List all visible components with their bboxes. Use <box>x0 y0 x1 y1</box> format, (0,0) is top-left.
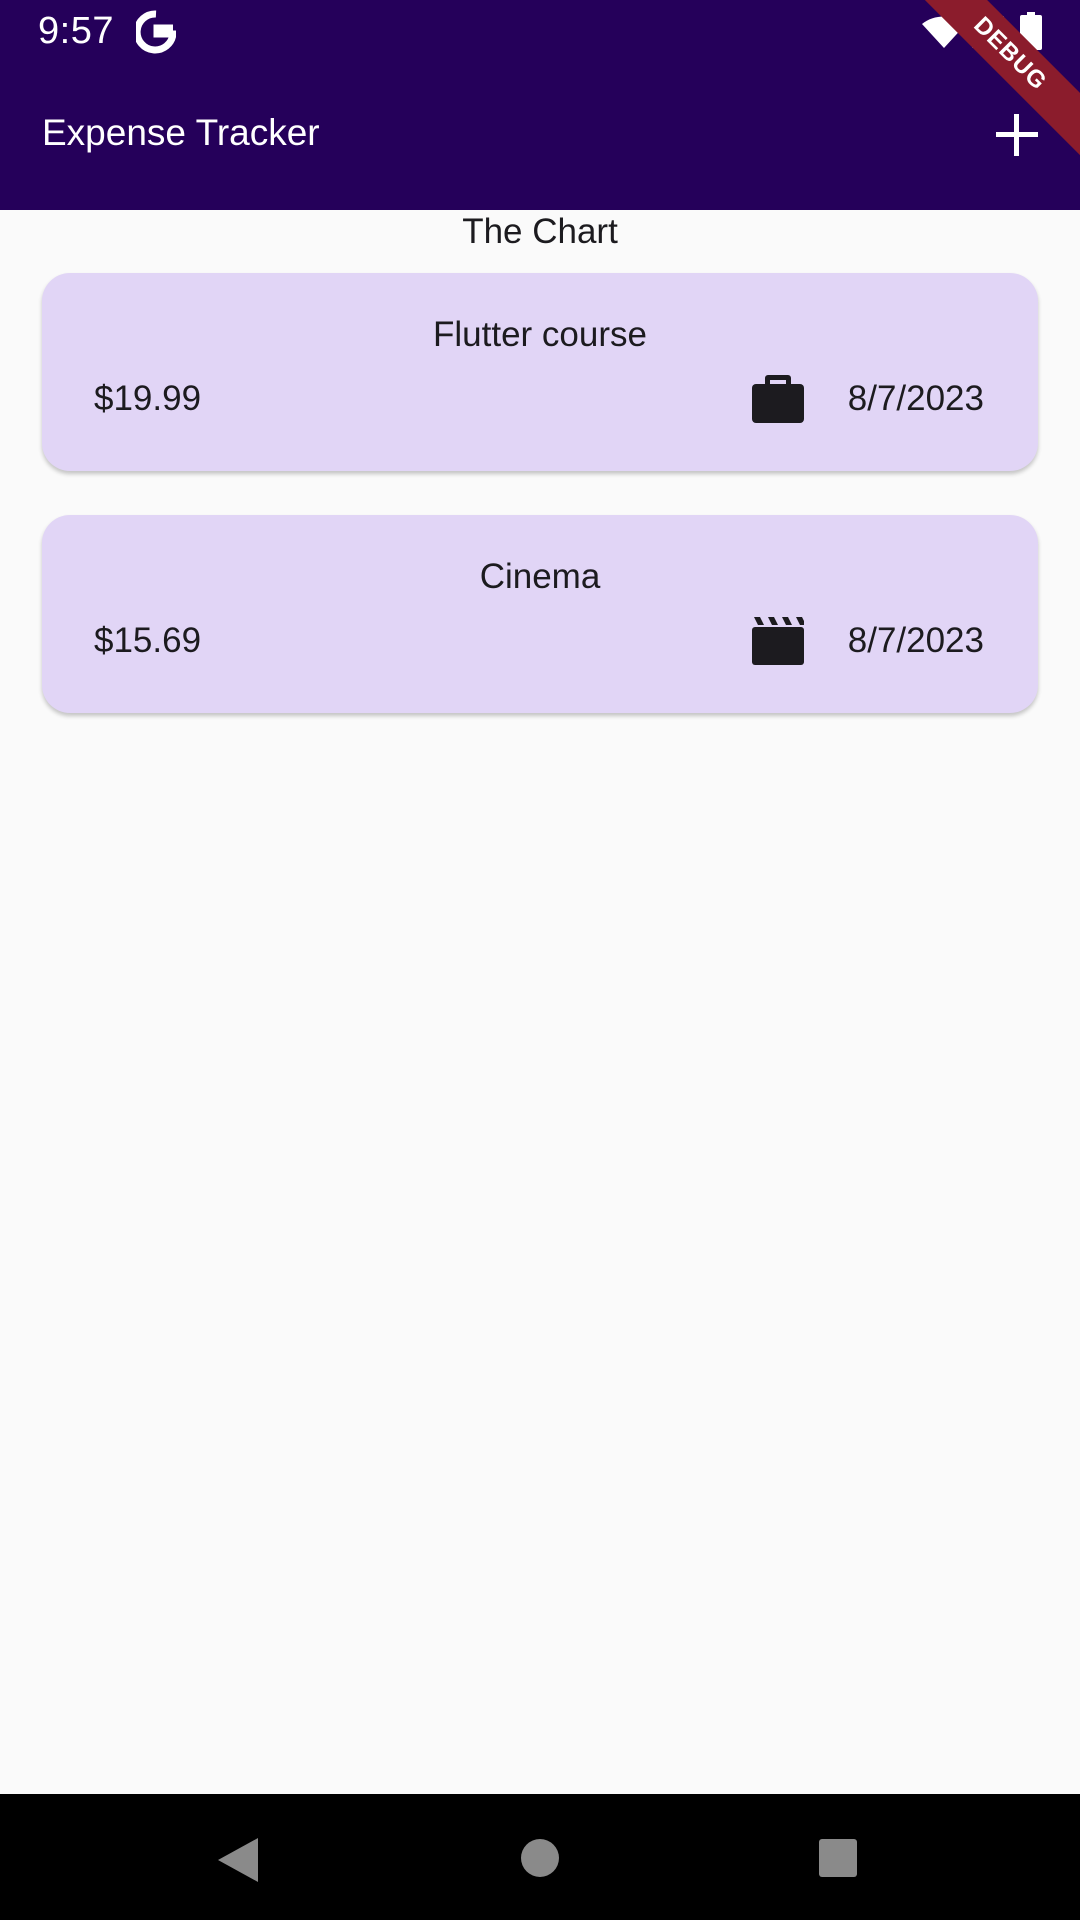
briefcase-icon <box>752 375 804 423</box>
expense-card[interactable]: Flutter course $19.99 8/7/2023 <box>42 273 1038 471</box>
app-bar: Expense Tracker <box>0 64 1080 210</box>
expense-title: Cinema <box>479 557 601 596</box>
recents-icon[interactable] <box>818 1838 858 1878</box>
add-expense-button[interactable] <box>990 108 1044 162</box>
expense-amount: $15.69 <box>94 621 202 660</box>
expense-amount: $19.99 <box>94 379 202 418</box>
clapperboard-icon <box>752 617 804 665</box>
screen: 9:57 Expense Tracker DEBUG The Chart Flu… <box>0 0 1080 1920</box>
back-icon[interactable] <box>216 1836 260 1884</box>
plus-icon <box>996 114 1038 156</box>
status-time: 9:57 <box>38 10 114 52</box>
expense-card[interactable]: Cinema $15.69 8/7/2023 <box>42 515 1038 713</box>
app-title: Expense Tracker <box>42 112 320 153</box>
expense-title: Flutter course <box>433 315 647 354</box>
expense-date: 8/7/2023 <box>847 379 984 418</box>
chart-placeholder: The Chart <box>462 212 618 251</box>
status-bar: 9:57 <box>0 0 1080 64</box>
system-nav-bar <box>0 1794 1080 1920</box>
google-g-icon <box>136 10 176 54</box>
expense-date: 8/7/2023 <box>847 621 984 660</box>
home-icon[interactable] <box>520 1838 560 1878</box>
top-app-area: 9:57 Expense Tracker DEBUG <box>0 0 1080 210</box>
